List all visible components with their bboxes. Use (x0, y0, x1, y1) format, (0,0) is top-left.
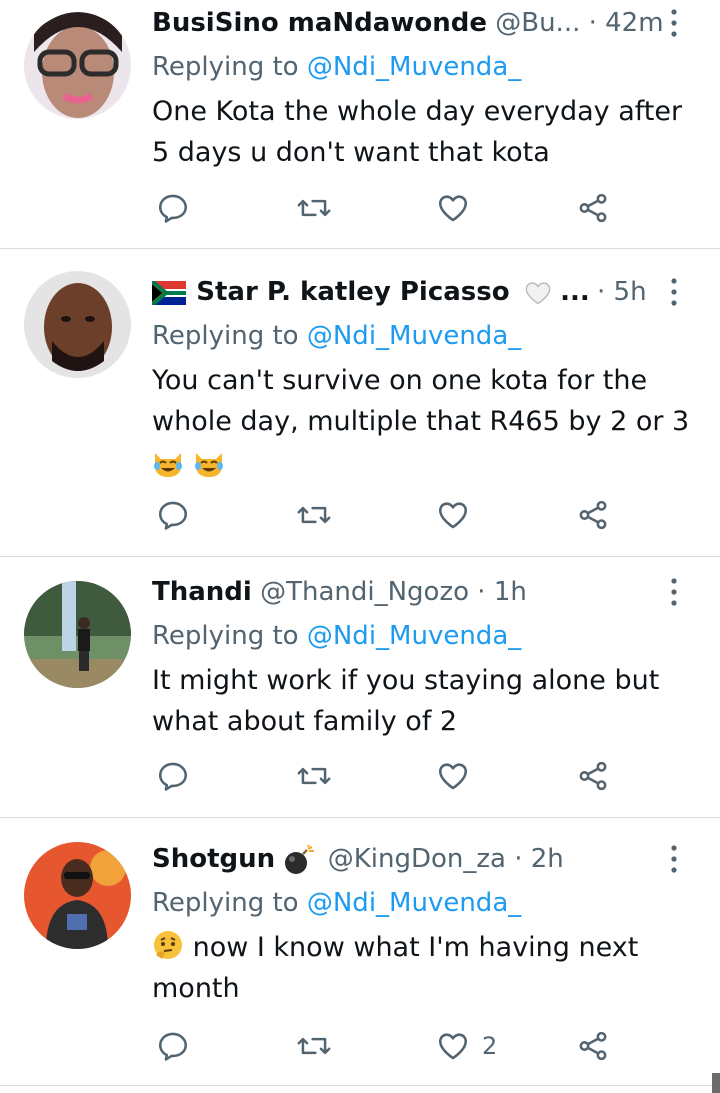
cat-tears-of-joy-emoji (194, 452, 223, 477)
reply-button[interactable] (156, 756, 190, 796)
separator-dot: · (514, 844, 523, 874)
bomb-emoji (285, 844, 315, 874)
tweet-text: now I know what I'm having next month (152, 927, 710, 1009)
display-name[interactable]: Shotgun (152, 844, 275, 874)
share-button[interactable] (576, 756, 610, 796)
share-button[interactable] (576, 188, 610, 228)
tweet-text: You can't survive on one kota for the wh… (152, 360, 710, 477)
avatar[interactable] (24, 842, 131, 949)
reply-icon (158, 194, 188, 223)
emoji-row (152, 442, 700, 477)
tweet-text: One Kota the whole day everyday after 5 … (152, 96, 683, 168)
like-icon (438, 763, 468, 790)
tweet[interactable]: BusiSino maNdawonde @Bu... · 42m Replyin… (0, 0, 720, 249)
user-handle[interactable]: @Thandi_Ngozo (260, 577, 469, 607)
share-icon (579, 1031, 607, 1061)
display-name[interactable]: Star P. katley Picasso (196, 277, 509, 307)
reply-button[interactable] (156, 188, 190, 228)
more-icon[interactable] (664, 0, 684, 46)
like-icon (438, 195, 468, 222)
reply-button[interactable] (156, 1026, 190, 1066)
like-button[interactable] (436, 495, 482, 535)
tweet-text: It might work if you staying alone but w… (152, 665, 660, 737)
white-heart-icon (525, 281, 551, 304)
like-button[interactable]: 2 (436, 1026, 497, 1066)
share-icon (579, 761, 607, 791)
retweet-icon (297, 199, 331, 217)
tweet[interactable]: Thandi @Thandi_Ngozo · 1h Replying to @N… (0, 557, 720, 818)
timestamp[interactable]: 1h (494, 577, 527, 607)
tweet-header: Shotgun @KingDon_za · 2h (152, 836, 710, 882)
reply-icon (158, 1032, 188, 1061)
retweet-button[interactable] (296, 495, 332, 535)
avatar[interactable] (24, 12, 131, 119)
action-bar (152, 756, 720, 796)
more-icon[interactable] (664, 569, 684, 615)
user-handle[interactable]: @Bu... (495, 8, 580, 38)
like-icon (438, 502, 468, 529)
mention-link[interactable]: @Ndi_Muvenda_ (307, 52, 521, 82)
scrollbar-thumb[interactable] (712, 1073, 720, 1093)
display-name-ellipsis: ... (560, 277, 590, 307)
more-icon[interactable] (664, 269, 684, 315)
action-bar (152, 495, 720, 535)
tweet-header: Star P. katley Picasso ... · 5h (152, 269, 710, 315)
share-icon (579, 500, 607, 530)
separator-dot: · (477, 577, 486, 607)
retweet-icon (297, 506, 331, 524)
replying-to: Replying to @Ndi_Muvenda_ (152, 621, 522, 651)
share-button[interactable] (576, 1026, 610, 1066)
tweet[interactable]: Star P. katley Picasso ... · 5h Replying… (0, 249, 720, 557)
like-icon (438, 1033, 468, 1060)
reply-icon (158, 501, 188, 530)
replying-to: Replying to @Ndi_Muvenda_ (152, 52, 522, 82)
more-icon[interactable] (664, 836, 684, 882)
share-button[interactable] (576, 495, 610, 535)
south-africa-flag-icon (152, 280, 186, 305)
reply-button[interactable] (156, 495, 190, 535)
retweet-button[interactable] (296, 756, 332, 796)
tweet-header: Thandi @Thandi_Ngozo · 1h (152, 569, 710, 615)
separator-dot: · (588, 8, 597, 38)
cat-tears-of-joy-emoji (154, 452, 182, 477)
avatar[interactable] (24, 581, 131, 688)
retweet-icon (297, 767, 331, 785)
timestamp[interactable]: 5h (614, 277, 647, 307)
avatar[interactable] (24, 271, 131, 378)
like-count: 2 (482, 1032, 498, 1060)
share-icon (579, 193, 607, 223)
retweet-icon (297, 1037, 331, 1055)
display-name[interactable]: BusiSino maNdawonde (152, 8, 487, 38)
like-button[interactable] (436, 756, 482, 796)
tweet-header: BusiSino maNdawonde @Bu... · 42m (152, 0, 710, 46)
like-button[interactable] (436, 188, 482, 228)
mention-link[interactable]: @Ndi_Muvenda_ (307, 621, 521, 651)
timestamp[interactable]: 42m (605, 8, 663, 38)
retweet-button[interactable] (296, 188, 332, 228)
display-name[interactable]: Thandi (152, 577, 252, 607)
mention-link[interactable]: @Ndi_Muvenda_ (307, 888, 521, 918)
reply-icon (158, 762, 188, 791)
thinking-face-emoji (154, 931, 182, 959)
separator-dot: · (597, 277, 606, 307)
reply-thread: BusiSino maNdawonde @Bu... · 42m Replyin… (0, 0, 720, 1093)
tweet[interactable]: Shotgun @KingDon_za · 2h Replying to @Nd… (0, 818, 720, 1086)
replying-to: Replying to @Ndi_Muvenda_ (152, 888, 522, 918)
user-handle[interactable]: @KingDon_za (328, 844, 506, 874)
retweet-button[interactable] (296, 1026, 332, 1066)
action-bar (152, 188, 720, 228)
action-bar: 2 (152, 1026, 720, 1066)
replying-to: Replying to @Ndi_Muvenda_ (152, 321, 522, 351)
timestamp[interactable]: 2h (531, 844, 564, 874)
mention-link[interactable]: @Ndi_Muvenda_ (307, 321, 521, 351)
